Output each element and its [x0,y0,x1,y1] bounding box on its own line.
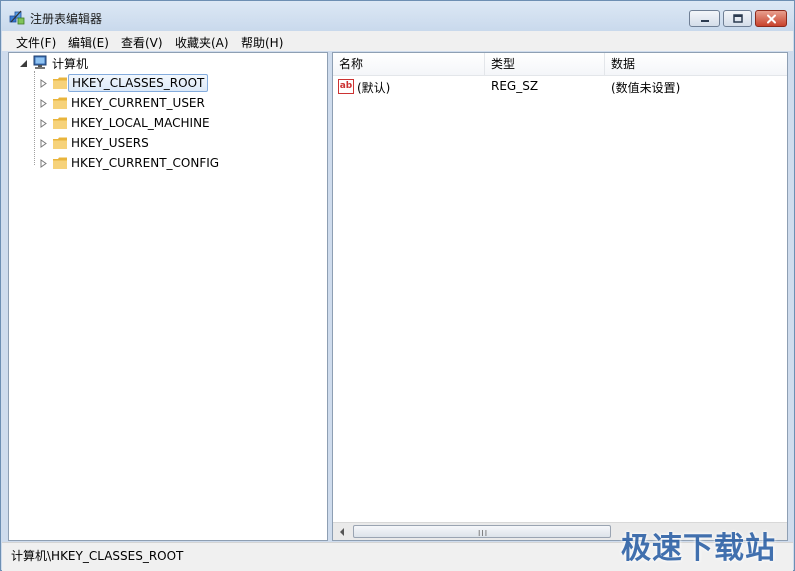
menu-help[interactable]: 帮助(H) [239,33,285,52]
window-title: 注册表编辑器 [30,12,103,26]
registry-editor-window: 注册表编辑器 文件(F) 编辑(E) 查看(V) 收藏夹(A) 帮助(H) 计算… [0,0,795,571]
expand-arrow-icon[interactable] [39,138,48,148]
folder-icon [53,117,67,129]
menu-edit[interactable]: 编辑(E) [66,33,111,52]
column-header-type[interactable]: 类型 [485,53,605,75]
folder-icon [53,137,67,149]
tree-node-hkcr[interactable]: HKEY_CLASSES_ROOT [39,74,209,92]
row-data: (数值未设置) [611,81,681,95]
tree-node-computer[interactable]: 计算机 [19,54,91,72]
maximize-button[interactable] [723,10,752,27]
menu-file[interactable]: 文件(F) [14,33,58,52]
folder-icon [53,97,67,109]
status-path: 计算机\HKEY_CLASSES_ROOT [11,549,184,563]
maximize-icon [732,14,743,23]
registry-app-icon [9,10,25,25]
tree-node-hku[interactable]: HKEY_USERS [39,134,152,152]
column-header-data[interactable]: 数据 [605,53,787,75]
menu-view[interactable]: 查看(V) [119,33,165,52]
column-header-name[interactable]: 名称 [333,53,485,75]
registry-tree[interactable]: 计算机 HKEY_CLASSES_ROOT HKEY_CURRENT_USER [8,52,328,541]
tree-node-hkcu[interactable]: HKEY_CURRENT_USER [39,94,208,112]
close-button[interactable] [755,10,787,27]
row-type: REG_SZ [491,79,539,93]
tree-node-label: HKEY_CURRENT_CONFIG [71,156,220,170]
tree-connector-line [34,71,35,165]
folder-icon [53,77,67,89]
string-value-icon: ab [338,79,354,94]
minimize-icon [700,19,709,22]
tree-node-label: HKEY_CLASSES_ROOT [68,74,209,92]
folder-icon [53,157,67,169]
arrow-left-icon [339,527,344,536]
menu-favorites[interactable]: 收藏夹(A) [173,33,231,52]
tree-node-hklm[interactable]: HKEY_LOCAL_MACHINE [39,114,213,132]
tree-node-label: HKEY_USERS [71,136,149,150]
tree-node-label: HKEY_CURRENT_USER [71,96,205,110]
expand-arrow-icon[interactable] [39,98,48,108]
row-name: (默认) [357,81,391,95]
expand-arrow-icon[interactable] [39,118,48,128]
menu-bar: 文件(F) 编辑(E) 查看(V) 收藏夹(A) 帮助(H) [2,31,793,51]
tree-node-hkcc[interactable]: HKEY_CURRENT_CONFIG [39,154,222,172]
computer-icon [33,55,47,69]
collapse-arrow-icon[interactable] [19,59,28,68]
scroll-thumb[interactable]: III [353,525,611,538]
expand-arrow-icon[interactable] [39,78,48,88]
watermark-logo: 极速下载站 [621,531,776,566]
tree-node-label: HKEY_LOCAL_MACHINE [71,116,210,130]
scroll-grip: III [478,529,489,538]
values-list[interactable]: 名称 类型 数据 ab (默认) REG_SZ (数值未设置) III [332,52,788,541]
scroll-left-button[interactable] [333,523,350,540]
title-bar[interactable]: 注册表编辑器 [1,1,794,31]
tree-node-label: 计算机 [52,56,89,71]
expand-arrow-icon[interactable] [39,158,48,168]
close-icon [766,14,776,23]
minimize-button[interactable] [689,10,720,27]
